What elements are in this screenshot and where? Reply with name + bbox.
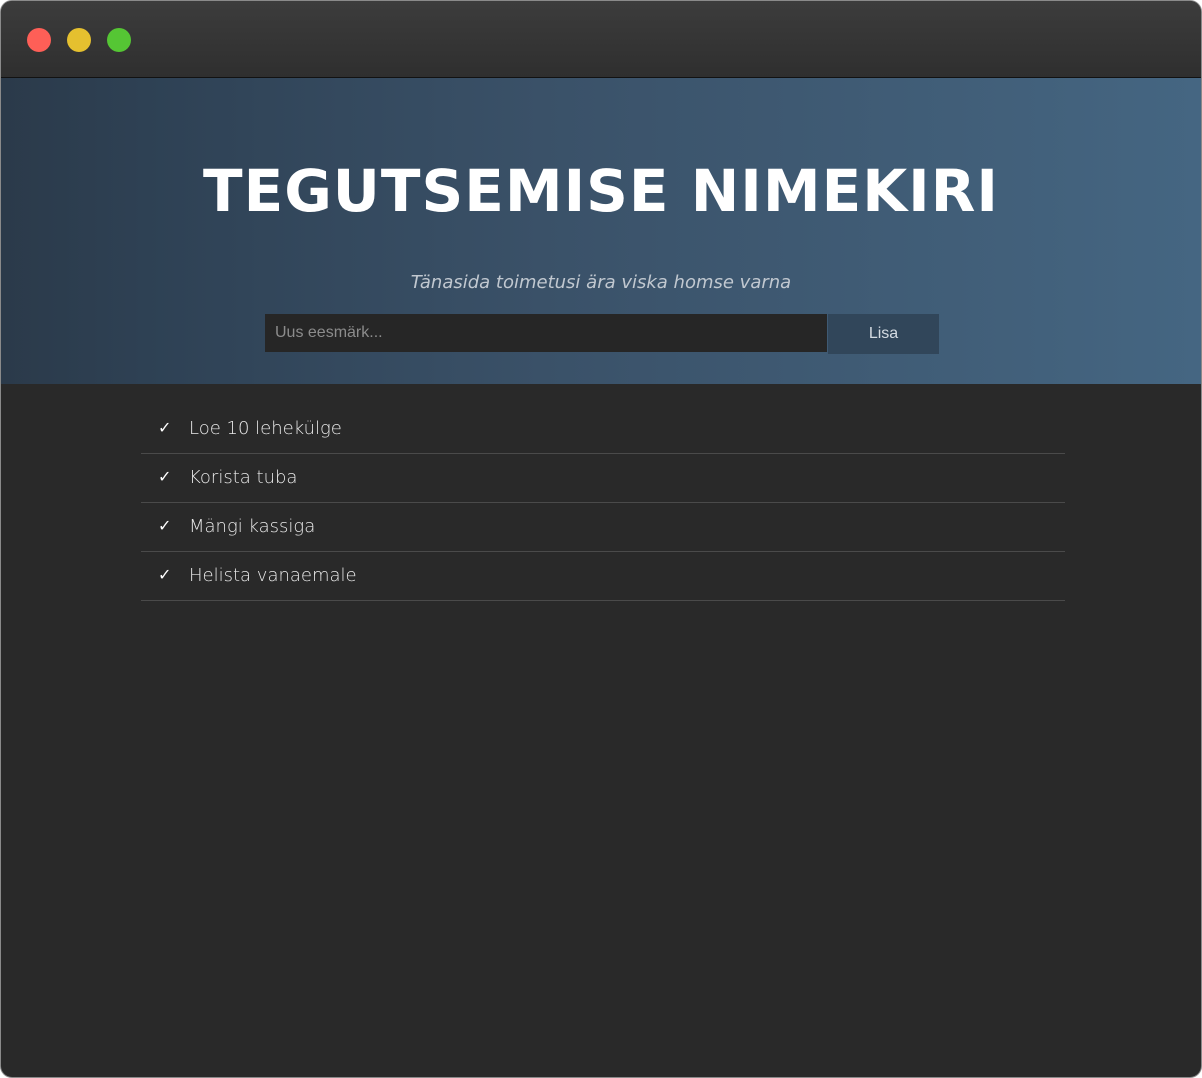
todo-label: Mängi kassiga [189, 516, 316, 537]
app-window: TEGUTSEMISE NIMEKIRI Tänasida toimetusi … [0, 0, 1202, 1078]
zoom-window-button[interactable] [107, 28, 131, 52]
check-icon: ✓ [158, 565, 172, 584]
new-goal-input[interactable] [265, 314, 827, 352]
add-goal-button[interactable]: Lisa [828, 314, 939, 354]
check-icon: ✓ [158, 467, 172, 486]
todo-item[interactable]: ✓ Loe 10 lehekülge [141, 405, 1065, 454]
todo-item[interactable]: ✓ Mängi kassiga [141, 503, 1065, 552]
todo-label: Korista tuba [189, 467, 298, 488]
page-title: TEGUTSEMISE NIMEKIRI [203, 157, 999, 225]
todo-label: Loe 10 lehekülge [189, 418, 342, 439]
window-titlebar[interactable] [1, 1, 1201, 78]
minimize-window-button[interactable] [67, 28, 91, 52]
todo-label: Helista vanaemale [189, 565, 357, 586]
todo-item[interactable]: ✓ Korista tuba [141, 454, 1065, 503]
close-window-button[interactable] [27, 28, 51, 52]
todo-list: ✓ Loe 10 lehekülge ✓ Korista tuba ✓ Mäng… [141, 405, 1065, 601]
page-subtitle: Tänasida toimetusi ära viska homse varna [410, 272, 792, 293]
check-icon: ✓ [158, 418, 172, 437]
header: TEGUTSEMISE NIMEKIRI Tänasida toimetusi … [1, 78, 1201, 384]
check-icon: ✓ [158, 516, 172, 535]
todo-item[interactable]: ✓ Helista vanaemale [141, 552, 1065, 601]
